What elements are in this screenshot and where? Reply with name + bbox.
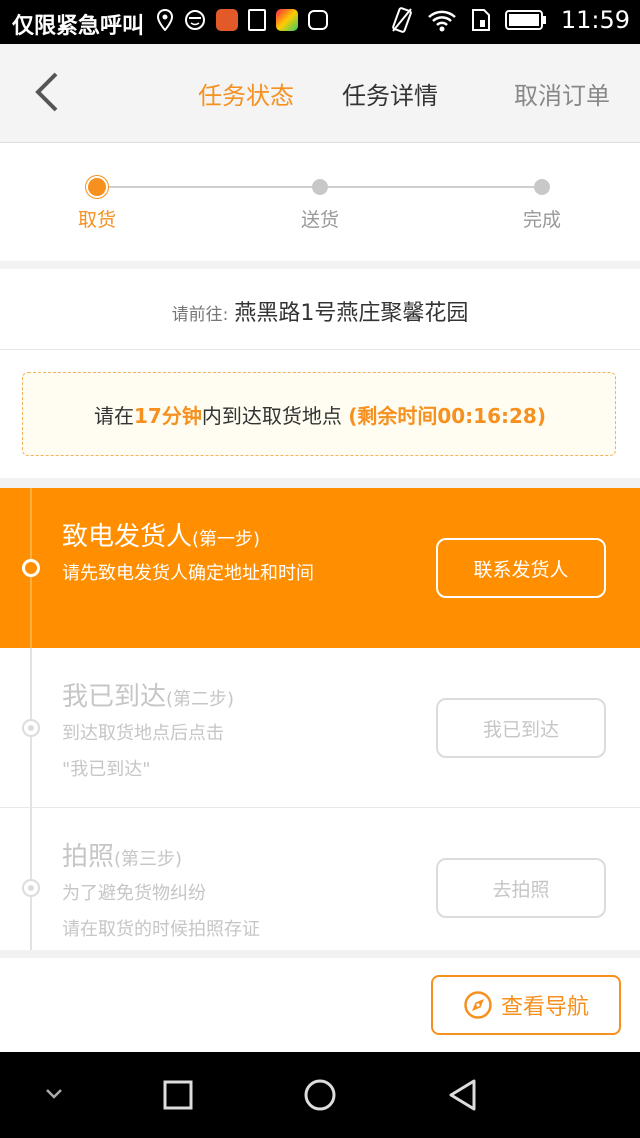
timer-remaining: (剩余时间00:16:28) <box>348 404 546 428</box>
app-icon-colorful <box>276 9 298 31</box>
progress-dot-deliver <box>312 179 328 195</box>
back-arrow-icon[interactable] <box>30 70 64 114</box>
address-value: 燕黑路1号燕庄聚馨花园 <box>234 301 469 326</box>
view-navigation-button[interactable]: 查看导航 <box>431 975 621 1035</box>
sim-icon <box>471 9 490 31</box>
tab-task-detail[interactable]: 任务详情 <box>342 76 438 111</box>
home-icon[interactable] <box>303 1078 337 1112</box>
take-photo-button[interactable]: 去拍照 <box>436 858 606 918</box>
vibrate-icon <box>391 7 412 33</box>
contact-shipper-button[interactable]: 联系发货人 <box>436 538 606 598</box>
back-triangle-icon[interactable] <box>446 1078 480 1112</box>
app-icon-robot <box>308 10 328 30</box>
timer-pre: 请在 <box>94 404 134 428</box>
timer-mid: 内到达取货地点 <box>201 404 349 428</box>
step-description: 请先致电发货人确定地址和时间 <box>62 563 314 584</box>
tab-task-status[interactable]: 任务状态 <box>198 76 294 111</box>
step-description: 到达取货地点后点击 <box>62 723 224 744</box>
compass-icon <box>464 991 492 1019</box>
destination-address: 请前往: 燕黑路1号燕庄聚馨花园 <box>0 269 640 350</box>
timer-section: 请在17分钟内到达取货地点 (剩余时间00:16:28) <box>0 350 640 478</box>
clock: 11:59 <box>560 6 630 34</box>
system-status-icons: 11:59 <box>391 6 630 34</box>
step-title: 致电发货人(第一步) <box>62 516 260 553</box>
view-navigation-label: 查看导航 <box>500 995 589 1020</box>
cancel-order-button[interactable]: 取消订单 <box>514 76 610 111</box>
recent-apps-icon[interactable] <box>162 1079 194 1111</box>
step-description-2: "我已到达" <box>62 759 151 780</box>
timer-minutes: 17分钟 <box>134 404 202 428</box>
carrier-label: 仅限紧急呼叫 <box>12 14 145 39</box>
step-title: 拍照(第三步) <box>62 836 182 873</box>
progress-dot-pickup <box>88 178 106 196</box>
step-dot-inactive <box>22 879 40 897</box>
timer-text: 请在17分钟内到达取货地点 (剩余时间00:16:28) <box>23 400 617 429</box>
progress-dot-complete <box>534 179 550 195</box>
pickup-steps: 致电发货人(第一步) 请先致电发货人确定地址和时间 联系发货人 我已到达(第二步… <box>0 488 640 950</box>
step-arrived: 我已到达(第二步) 到达取货地点后点击 "我已到达" 我已到达 <box>0 648 640 808</box>
order-progress: 取货 送货 完成 <box>0 143 640 261</box>
wifi-icon <box>427 10 456 32</box>
notification-icons <box>156 9 328 31</box>
chevron-down-icon[interactable] <box>44 1086 64 1102</box>
step-title-text: 拍照 <box>62 842 115 872</box>
step-dot-inactive <box>22 719 40 737</box>
step-number: (第三步) <box>114 849 183 870</box>
bottom-action-bar: 查看导航 <box>0 958 640 1052</box>
progress-label-complete: 完成 <box>522 209 561 231</box>
status-bar: 仅限紧急呼叫 11:59 <box>0 0 640 44</box>
battery-icon <box>504 10 546 30</box>
step-description: 为了避免货物纠纷 <box>62 883 206 904</box>
step-call-shipper: 致电发货人(第一步) 请先致电发货人确定地址和时间 联系发货人 <box>0 488 640 648</box>
address-prefix: 请前往: <box>171 305 229 325</box>
step-title-text: 致电发货人 <box>62 522 193 552</box>
timer-notice: 请在17分钟内到达取货地点 (剩余时间00:16:28) <box>22 372 616 456</box>
progress-label-deliver: 送货 <box>300 209 339 231</box>
app-icon-orange <box>216 9 238 31</box>
system-navigation-bar <box>0 1052 640 1138</box>
app-icon-one <box>248 9 266 31</box>
step-title: 我已到达(第二步) <box>62 676 234 713</box>
progress-label-pickup: 取货 <box>77 209 116 231</box>
step-number: (第二步) <box>166 689 235 710</box>
arrived-button[interactable]: 我已到达 <box>436 698 606 758</box>
step-title-text: 我已到达 <box>62 682 167 712</box>
progress-line-1 <box>106 186 312 188</box>
top-navigation-bar: 任务状态 任务详情 取消订单 <box>0 44 640 143</box>
step-description-2: 请在取货的时候拍照存证 <box>62 919 260 940</box>
progress-line-2 <box>328 186 534 188</box>
face-icon <box>185 10 205 30</box>
step-number: (第一步) <box>192 529 261 550</box>
location-icon <box>156 9 174 31</box>
step-dot-active <box>22 559 40 577</box>
step-photo: 拍照(第三步) 为了避免货物纠纷 请在取货的时候拍照存证 去拍照 <box>0 808 640 950</box>
